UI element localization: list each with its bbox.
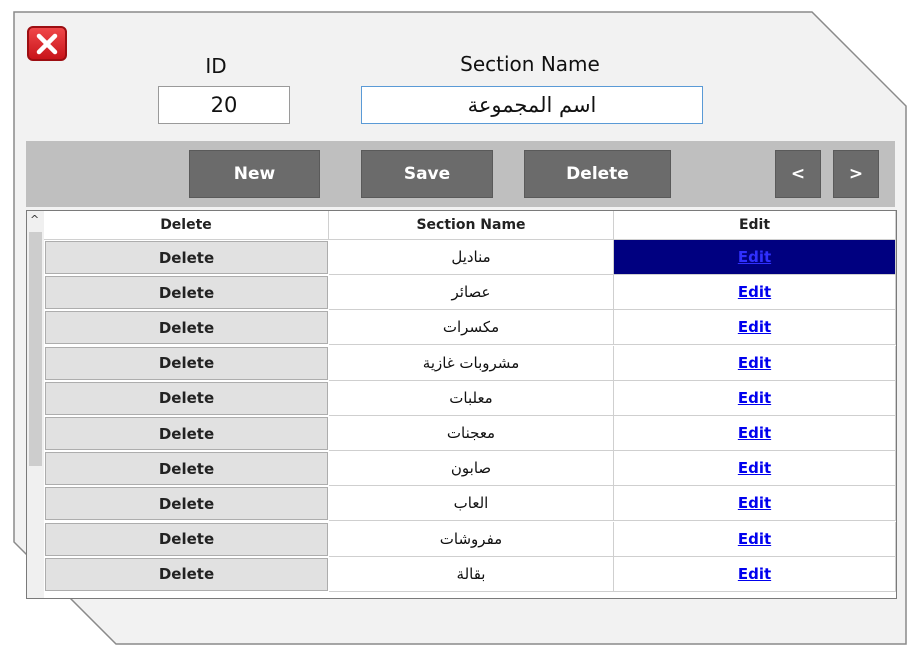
row-section-name: مشروبات غازية (329, 345, 614, 381)
delete-button[interactable]: Delete (524, 150, 671, 198)
row-section-name: مناديل (329, 240, 614, 275)
row-delete-button[interactable]: Delete (45, 311, 328, 345)
column-header-delete: Delete (44, 211, 329, 240)
row-edit-cell: Edit (614, 416, 896, 451)
row-edit-cell: Edit (614, 380, 896, 416)
row-edit-cell: Edit (614, 486, 896, 522)
row-section-name: معلبات (329, 380, 614, 416)
row-edit-link[interactable]: Edit (738, 283, 771, 301)
table-row[interactable]: Delete العاب Edit (44, 486, 896, 522)
table-row[interactable]: Delete صابون Edit (44, 451, 896, 487)
row-section-name: عصائر (329, 275, 614, 311)
row-edit-link[interactable]: Edit (738, 459, 771, 477)
column-header-section-name: Section Name (329, 211, 614, 240)
id-field[interactable]: 20 (158, 86, 290, 124)
table-row[interactable]: Delete مكسرات Edit (44, 310, 896, 346)
row-edit-cell: Edit (614, 240, 896, 275)
row-delete-button[interactable]: Delete (45, 487, 328, 521)
table-row[interactable]: Delete بقالة Edit (44, 556, 896, 592)
table-row[interactable]: Delete معجنات Edit (44, 416, 896, 451)
close-button[interactable] (27, 26, 67, 61)
row-edit-cell: Edit (614, 275, 896, 311)
table-row[interactable]: Delete مفروشات Edit (44, 521, 896, 557)
row-edit-link[interactable]: Edit (738, 248, 771, 266)
section-name-label: Section Name (460, 52, 600, 76)
id-label: ID (205, 54, 227, 78)
row-section-name: بقالة (329, 556, 614, 592)
row-delete-button[interactable]: Delete (45, 452, 328, 486)
section-name-field[interactable]: اسم المجموعة (361, 86, 703, 124)
previous-button[interactable]: < (775, 150, 821, 198)
row-delete-button[interactable]: Delete (45, 417, 328, 450)
row-delete-button[interactable]: Delete (45, 276, 328, 310)
row-section-name: مكسرات (329, 310, 614, 346)
row-edit-link[interactable]: Edit (738, 389, 771, 407)
sections-grid: ^ Delete Section Name Edit Delete مناديل E… (26, 210, 897, 599)
row-section-name: مفروشات (329, 521, 614, 557)
next-button[interactable]: > (833, 150, 879, 198)
vertical-scrollbar[interactable]: ^ (27, 211, 44, 598)
row-edit-cell: Edit (614, 451, 896, 487)
close-icon (36, 33, 58, 54)
table-row[interactable]: Delete مشروبات غازية Edit (44, 345, 896, 381)
row-edit-link[interactable]: Edit (738, 530, 771, 548)
scroll-up-icon[interactable]: ^ (30, 213, 39, 226)
row-edit-link[interactable]: Edit (738, 318, 771, 336)
row-edit-cell: Edit (614, 521, 896, 557)
row-edit-link[interactable]: Edit (738, 354, 771, 372)
row-delete-button[interactable]: Delete (45, 346, 328, 380)
table-row[interactable]: Delete مناديل Edit (44, 240, 896, 275)
row-delete-button[interactable]: Delete (45, 241, 328, 274)
row-edit-cell: Edit (614, 345, 896, 381)
row-edit-link[interactable]: Edit (738, 424, 771, 442)
row-edit-cell: Edit (614, 310, 896, 346)
row-delete-button[interactable]: Delete (45, 381, 328, 415)
row-section-name: معجنات (329, 416, 614, 451)
row-edit-cell: Edit (614, 556, 896, 592)
save-button[interactable]: Save (361, 150, 493, 198)
row-delete-button[interactable]: Delete (45, 522, 328, 556)
column-header-edit: Edit (614, 211, 896, 240)
row-edit-link[interactable]: Edit (738, 565, 771, 583)
new-button[interactable]: New (189, 150, 320, 198)
row-edit-link[interactable]: Edit (738, 494, 771, 512)
row-section-name: العاب (329, 486, 614, 522)
table-row[interactable]: Delete عصائر Edit (44, 275, 896, 311)
row-delete-button[interactable]: Delete (45, 557, 328, 591)
table-row[interactable]: Delete معلبات Edit (44, 380, 896, 416)
row-section-name: صابون (329, 451, 614, 487)
scrollbar-thumb[interactable] (29, 232, 42, 466)
